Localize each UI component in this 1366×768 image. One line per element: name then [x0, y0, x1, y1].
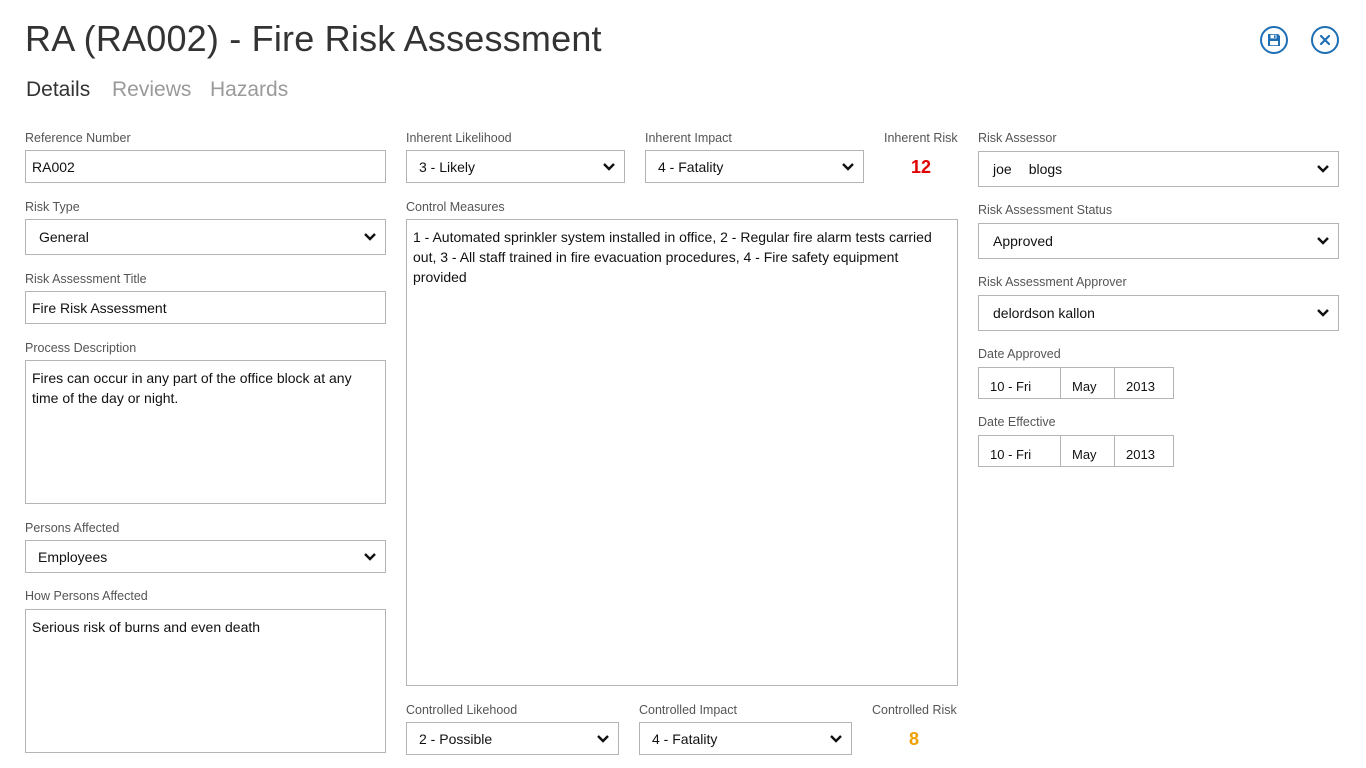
status-label: Risk Assessment Status: [978, 203, 1113, 217]
chevron-down-icon: [364, 552, 376, 561]
controlled-risk-label: Controlled Risk: [872, 703, 957, 717]
controlled-likelihood-value: 2 - Possible: [419, 730, 493, 747]
process-description-textarea[interactable]: Fires can occur in any part of the offic…: [25, 360, 386, 504]
controlled-likelihood-select[interactable]: 2 - Possible: [406, 722, 619, 755]
persons-affected-select[interactable]: Employees: [25, 540, 386, 573]
close-button[interactable]: [1311, 26, 1339, 54]
controlled-impact-value: 4 - Fatality: [652, 730, 718, 747]
date-approved-month[interactable]: May: [1061, 368, 1115, 398]
how-persons-affected-textarea[interactable]: Serious risk of burns and even death: [25, 609, 386, 753]
controlled-impact-label: Controlled Impact: [639, 703, 737, 717]
chevron-down-icon: [1317, 165, 1329, 173]
status-value: Approved: [993, 233, 1053, 249]
risk-assessor-select[interactable]: joe blogs: [978, 151, 1339, 187]
assessment-title-field[interactable]: Fire Risk Assessment: [25, 291, 386, 324]
inherent-likelihood-value: 3 - Likely: [419, 158, 476, 175]
control-measures-label: Control Measures: [406, 200, 505, 214]
date-approved-picker[interactable]: 10 - Fri May 2013: [978, 367, 1174, 399]
date-effective-year[interactable]: 2013: [1115, 436, 1173, 466]
tab-hazards[interactable]: Hazards: [210, 78, 288, 102]
approver-select[interactable]: delordson kallon: [978, 295, 1339, 331]
chevron-down-icon: [1317, 309, 1329, 317]
control-measures-textarea[interactable]: 1 - Automated sprinkler system installed…: [406, 219, 958, 686]
controlled-risk-value: 8: [908, 729, 919, 749]
date-approved-label: Date Approved: [978, 347, 1061, 361]
tab-reviews[interactable]: Reviews: [112, 78, 191, 102]
save-icon: [1268, 34, 1280, 46]
controlled-impact-select[interactable]: 4 - Fatality: [639, 722, 852, 755]
date-effective-day[interactable]: 10 - Fri: [979, 436, 1061, 466]
inherent-risk-value: 12: [910, 157, 932, 177]
risk-assessor-label: Risk Assessor: [978, 131, 1057, 145]
chevron-down-icon: [1317, 237, 1329, 245]
date-approved-day[interactable]: 10 - Fri: [979, 368, 1061, 398]
page-title: RA (RA002) - Fire Risk Assessment: [25, 18, 602, 59]
assessment-title-label: Risk Assessment Title: [25, 272, 147, 286]
risk-assessor-first-name: joe: [993, 161, 1012, 177]
inherent-likelihood-select[interactable]: 3 - Likely: [406, 150, 625, 183]
chevron-down-icon: [603, 162, 615, 171]
approver-value: delordson kallon: [993, 305, 1095, 321]
chevron-down-icon: [364, 233, 376, 241]
date-effective-picker[interactable]: 10 - Fri May 2013: [978, 435, 1174, 467]
close-icon: [1319, 34, 1331, 46]
persons-affected-value: Employees: [38, 548, 108, 565]
risk-type-select[interactable]: General: [25, 219, 386, 255]
risk-type-label: Risk Type: [25, 200, 80, 214]
date-approved-year[interactable]: 2013: [1115, 368, 1173, 398]
inherent-impact-value: 4 - Fatality: [658, 158, 724, 175]
chevron-down-icon: [830, 734, 842, 743]
inherent-risk-label: Inherent Risk: [884, 131, 958, 145]
risk-type-value: General: [39, 229, 89, 245]
reference-number-label: Reference Number: [25, 131, 131, 145]
save-button[interactable]: [1260, 26, 1288, 54]
tab-details[interactable]: Details: [26, 78, 90, 102]
persons-affected-label: Persons Affected: [25, 521, 120, 535]
date-effective-month[interactable]: May: [1061, 436, 1115, 466]
controlled-likelihood-label: Controlled Likehood: [406, 703, 518, 717]
reference-number-field[interactable]: RA002: [25, 150, 386, 183]
inherent-impact-label: Inherent Impact: [645, 131, 732, 145]
reference-number-value: RA002: [32, 158, 75, 175]
inherent-impact-select[interactable]: 4 - Fatality: [645, 150, 864, 183]
date-effective-label: Date Effective: [978, 415, 1056, 429]
risk-assessor-last-name: blogs: [1028, 161, 1063, 177]
risk-assessor-value: joe blogs: [993, 161, 1062, 177]
how-persons-affected-label: How Persons Affected: [25, 589, 148, 603]
status-select[interactable]: Approved: [978, 223, 1339, 259]
approver-label: Risk Assessment Approver: [978, 275, 1127, 289]
inherent-likelihood-label: Inherent Likelihood: [406, 131, 512, 145]
assessment-title-value: Fire Risk Assessment: [32, 299, 167, 316]
chevron-down-icon: [597, 734, 609, 743]
process-description-label: Process Description: [25, 341, 137, 355]
chevron-down-icon: [842, 162, 854, 171]
